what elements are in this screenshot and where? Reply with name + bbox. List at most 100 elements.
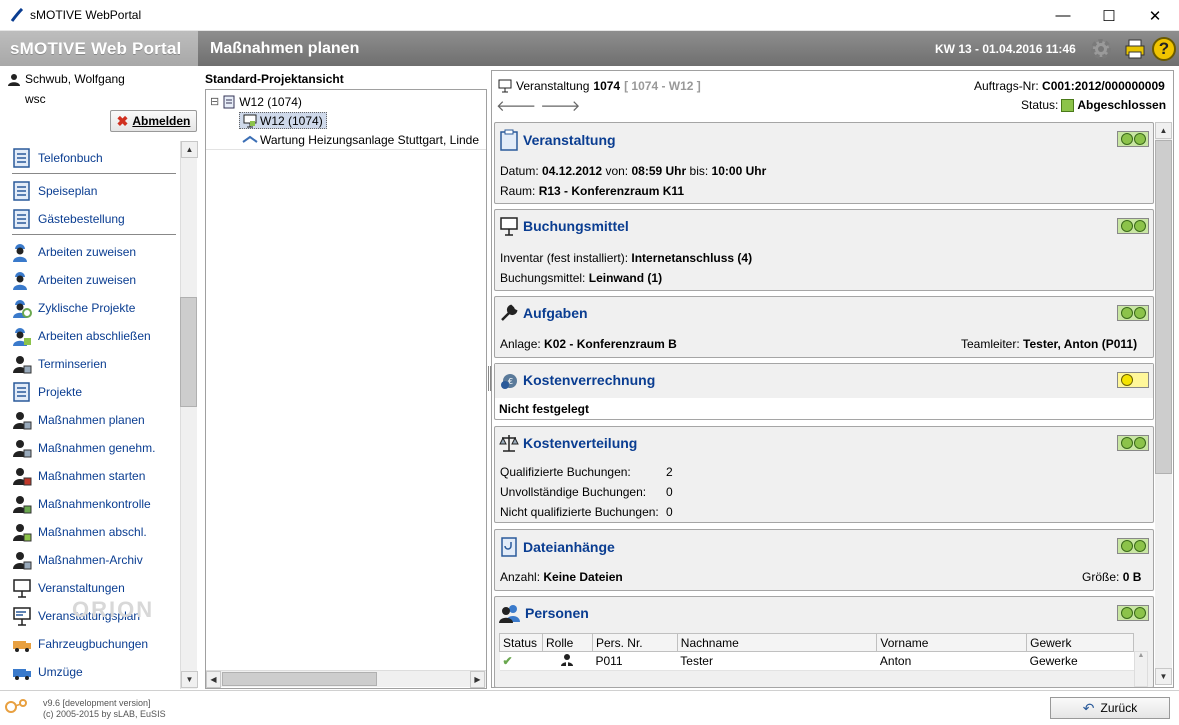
gear-icon[interactable] xyxy=(1086,34,1116,64)
sidebar-item-label: Arbeiten zuweisen xyxy=(38,245,137,259)
tree-node-label: Wartung Heizungsanlage Stuttgart, Linde xyxy=(260,132,480,147)
help-button[interactable]: ? xyxy=(1152,37,1176,61)
sidebar-item-11[interactable]: Maßnahmen genehm. xyxy=(12,436,155,460)
sidebar-item-14[interactable]: Maßnahmen abschl. xyxy=(12,520,147,544)
sidebar-item-6[interactable]: Zyklische Projekte xyxy=(12,296,135,320)
tree-node-label: W12 (1074) xyxy=(239,94,302,109)
scroll-down-button[interactable]: ▼ xyxy=(181,671,198,688)
scroll-up-button[interactable]: ▲ xyxy=(181,141,198,158)
scroll-up-button[interactable]: ▲ xyxy=(1155,122,1172,139)
sidebar-item-label: Umzüge xyxy=(38,665,83,679)
logout-button[interactable]: ✖ Abmelden xyxy=(110,110,197,132)
scroll-right-button[interactable]: ▶ xyxy=(470,671,485,688)
card-header[interactable]: € Kostenverrechnung xyxy=(499,370,655,390)
tree-horizontal-scrollbar[interactable]: ◀ ▶ xyxy=(206,670,486,688)
sidebar-item-10[interactable]: Maßnahmen planen xyxy=(12,408,145,432)
moving-truck-icon xyxy=(12,662,32,682)
sidebar-item-label: Speiseplan xyxy=(38,184,98,198)
card-header[interactable]: Personen xyxy=(499,603,589,623)
sidebar-scrollbar[interactable]: ▲ ▼ xyxy=(180,141,198,689)
tree-node-selected[interactable]: W12 (1074) xyxy=(239,111,487,130)
check-icon: ✔ xyxy=(499,651,543,671)
footer-divider xyxy=(0,690,1179,691)
measure-approve-icon xyxy=(12,438,32,458)
column-header-vorname[interactable]: Vorname xyxy=(876,633,1028,652)
column-header-persnr[interactable]: Pers. Nr. xyxy=(591,633,678,652)
sidebar-item-8[interactable]: Terminserien xyxy=(12,352,107,376)
card-header[interactable]: Aufgaben xyxy=(499,303,588,323)
sidebar-item-4[interactable]: Arbeiten zuweisen xyxy=(12,240,136,264)
status-lamp xyxy=(1117,305,1149,321)
event-ref: [ 1074 - W12 ] xyxy=(624,79,701,93)
event-icon xyxy=(12,578,32,598)
to-value: 10:00 Uhr xyxy=(711,164,767,178)
card-header[interactable]: Dateianhänge xyxy=(499,536,615,558)
event-icon xyxy=(498,79,512,93)
trade-cell: Gewerke xyxy=(1026,651,1134,671)
card-header[interactable]: Veranstaltung xyxy=(499,129,616,151)
sidebar-item-label: Maßnahmen-Archiv xyxy=(38,553,143,567)
sidebar-item-7[interactable]: Arbeiten abschließen xyxy=(12,324,151,348)
card-title: Buchungsmittel xyxy=(523,218,629,234)
minimize-button[interactable]: — xyxy=(1040,0,1086,31)
sidebar-item-19[interactable]: Umzüge xyxy=(12,660,83,684)
user-full-name: Schwub, Wolfgang xyxy=(25,72,125,86)
event-title: Veranstaltung 1074 [ 1074 - W12 ] xyxy=(498,79,701,93)
sidebar-item-1[interactable]: Telefonbuch xyxy=(12,146,103,170)
vehicle-icon xyxy=(12,634,32,654)
window-title: sMOTIVE WebPortal xyxy=(30,8,142,22)
sidebar-item-15[interactable]: Maßnahmen-Archiv xyxy=(12,548,143,572)
presentation-icon xyxy=(500,217,518,236)
clipboard-icon xyxy=(500,129,518,151)
sidebar-item-label: Fahrzeugbuchungen xyxy=(38,637,149,651)
maximize-button[interactable]: ☐ xyxy=(1086,0,1132,31)
card-title: Dateianhänge xyxy=(523,539,615,555)
booking-means-label: Buchungsmittel: xyxy=(500,271,586,285)
incomplete-label: Unvollständige Buchungen: xyxy=(500,485,647,499)
table-scrollbar[interactable]: ▲ xyxy=(1134,651,1148,687)
sidebar-item-label: Projekte xyxy=(38,385,83,399)
inventory-value: Internetanschluss (4) xyxy=(631,251,753,265)
sidebar-item-2[interactable]: Speiseplan xyxy=(12,179,97,203)
event-plan-icon xyxy=(12,606,32,626)
column-header-status[interactable]: Status xyxy=(499,633,543,652)
sidebar-item-12[interactable]: Maßnahmen starten xyxy=(12,464,145,488)
scroll-down-button[interactable]: ▼ xyxy=(1155,668,1172,685)
forward-arrow-icon[interactable]: 🡒 xyxy=(540,98,584,115)
scroll-left-button[interactable]: ◀ xyxy=(206,671,221,688)
svg-text:€: € xyxy=(508,377,513,386)
close-button[interactable]: ✕ xyxy=(1132,0,1178,31)
scroll-up-icon[interactable]: ▲ xyxy=(1135,652,1147,659)
tree-header: Standard-Projektansicht xyxy=(205,72,344,86)
booking-means-value: Leinwand (1) xyxy=(588,271,663,285)
back-button[interactable]: ↶ Zurück xyxy=(1050,697,1170,719)
order-number: Auftrags-Nr: C001:2012/000000009 xyxy=(974,79,1165,93)
back-arrow-icon[interactable]: 🡐 xyxy=(496,98,540,115)
tree-collapse-icon[interactable]: ⊟ xyxy=(210,95,219,108)
column-header-rolle[interactable]: Rolle xyxy=(541,633,593,652)
status-value: Abgeschlossen xyxy=(1077,98,1167,112)
return-arrow-icon: ↶ xyxy=(1082,699,1095,716)
back-label: Zurück xyxy=(1100,701,1138,715)
room-value: R13 - Konferenzraum K11 xyxy=(538,184,685,198)
tree-node-root[interactable]: ⊟ W12 (1074) xyxy=(210,92,490,111)
sidebar-scroll-thumb[interactable] xyxy=(180,297,197,407)
column-header-gewerk[interactable]: Gewerk xyxy=(1026,633,1134,652)
table-row[interactable]: ✔ P011 Tester Anton Gewerke xyxy=(499,651,1134,671)
worker-icon xyxy=(12,242,32,262)
tree-node-task[interactable]: Wartung Heizungsanlage Stuttgart, Linde xyxy=(242,130,486,149)
brand-title: sMOTIVE Web Portal xyxy=(0,31,198,66)
card-header[interactable]: Kostenverteilung xyxy=(499,433,637,453)
detail-scroll-thumb[interactable] xyxy=(1155,140,1172,474)
sidebar-item-9[interactable]: Projekte xyxy=(12,380,82,404)
column-header-nachname[interactable]: Nachname xyxy=(676,633,878,652)
tree-scroll-thumb[interactable] xyxy=(222,672,377,686)
sidebar-item-13[interactable]: Maßnahmenkontrolle xyxy=(12,492,151,516)
printer-icon[interactable] xyxy=(1124,38,1146,60)
status-lamp xyxy=(1117,218,1149,234)
sidebar-item-3[interactable]: Gästebestellung xyxy=(12,207,125,231)
event-status: Status: Abgeschlossen xyxy=(1021,98,1166,112)
sidebar-item-18[interactable]: Fahrzeugbuchungen xyxy=(12,632,148,656)
sidebar-item-5[interactable]: Arbeiten zuweisen xyxy=(12,268,136,292)
card-header[interactable]: Buchungsmittel xyxy=(499,216,629,236)
